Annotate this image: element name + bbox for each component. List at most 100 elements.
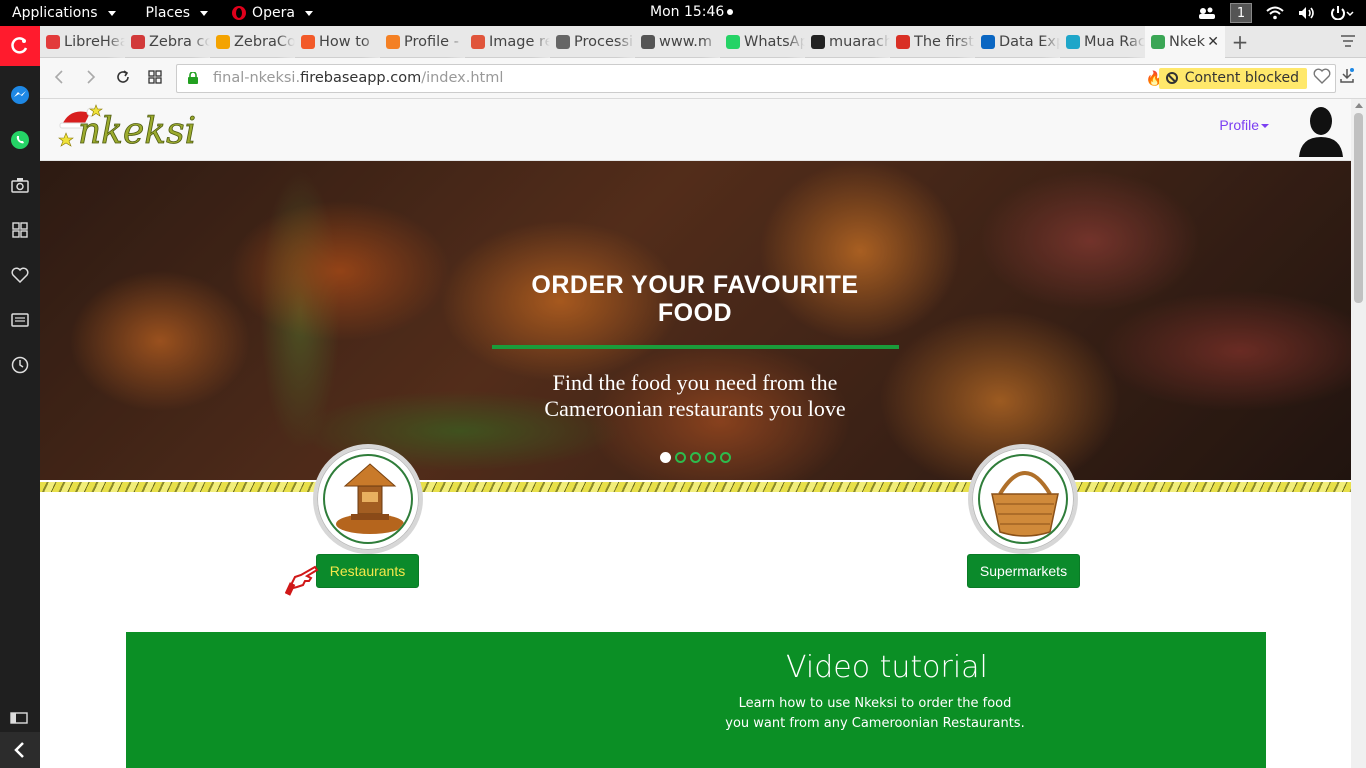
page-scrollbar[interactable]	[1351, 99, 1366, 768]
chevron-left-icon	[14, 742, 24, 758]
sidebar-snapshot[interactable]	[0, 162, 40, 207]
system-tray: 1	[1198, 0, 1354, 26]
carousel-dot[interactable]	[690, 452, 701, 463]
close-tab-icon[interactable]: ✕	[1207, 34, 1219, 50]
restaurants-button[interactable]: Restaurants	[316, 554, 419, 588]
new-tab-button[interactable]: +	[1225, 30, 1255, 54]
browser-tab[interactable]: Zebra cc	[125, 25, 210, 58]
address-bar[interactable]: final-nkeksi.firebaseapp.com/index.html …	[176, 64, 1336, 93]
carousel-dot[interactable]	[720, 452, 731, 463]
browser-tab[interactable]: Profile -	[380, 25, 465, 58]
tab-favicon-icon	[726, 34, 740, 49]
carousel-dot[interactable]	[675, 452, 686, 463]
tab-title: muarach	[829, 33, 890, 50]
sidebar-panel-icon	[10, 712, 28, 724]
opera-icon	[232, 6, 247, 20]
browser-tab[interactable]: WhatsAp	[720, 25, 805, 58]
tab-favicon-icon	[641, 34, 655, 49]
browser-tab[interactable]: www.m	[635, 25, 720, 58]
profile-label: Profile	[1219, 117, 1259, 133]
scrollbar-thumb[interactable]	[1354, 113, 1363, 303]
tab-menu-button[interactable]	[1340, 34, 1356, 52]
browser-tab[interactable]: Data Exp	[975, 25, 1060, 58]
notification-dot-icon	[727, 9, 734, 15]
hut-icon	[336, 463, 404, 534]
app-menu-label: Opera	[252, 5, 295, 21]
site-header: nkeksi Profile	[40, 99, 1351, 161]
browser-tab[interactable]: Nkek ✕	[1145, 25, 1225, 58]
url-prefix: final-nkeksi.	[213, 70, 301, 86]
reload-button[interactable]	[116, 69, 130, 88]
places-menu[interactable]: Places	[146, 5, 209, 21]
browser-tab[interactable]: How to	[295, 25, 380, 58]
clock[interactable]: Mon 15:46	[650, 4, 734, 20]
supermarkets-image[interactable]	[968, 444, 1078, 554]
avatar[interactable]	[1297, 103, 1345, 157]
reload-icon	[117, 70, 129, 83]
tab-title: Mua Rac	[1084, 33, 1145, 50]
video-call-icon[interactable]	[1198, 6, 1216, 20]
tab-favicon-icon	[981, 34, 995, 49]
back-button[interactable]	[54, 69, 64, 88]
sidebar-news[interactable]	[0, 297, 40, 342]
content-blocked-label: Content blocked	[1184, 70, 1299, 86]
chevron-down-icon	[200, 10, 209, 16]
carousel-dot[interactable]	[660, 452, 671, 463]
hero-subtitle: Find the food you need from the Cameroon…	[544, 370, 846, 421]
nkeksi-logo-icon: nkeksi	[58, 104, 197, 152]
opera-sidebar	[0, 26, 40, 768]
tab-favicon-icon	[131, 34, 145, 49]
sidebar-messenger[interactable]	[0, 72, 40, 117]
news-icon	[11, 312, 29, 327]
tab-menu-icon	[1341, 35, 1355, 47]
restaurants-image[interactable]	[313, 444, 423, 554]
block-icon	[1165, 72, 1178, 84]
back-arrow-icon	[54, 70, 63, 84]
browser-tab[interactable]: Processi	[550, 25, 635, 58]
sidebar-speed-dial[interactable]	[0, 207, 40, 252]
content-blocked-badge[interactable]: Content blocked	[1158, 68, 1307, 89]
tabs-list: LibreHea Zebra cc ZebraCo How to Profile - Im…	[40, 25, 1225, 58]
carousel-dot[interactable]	[705, 452, 716, 463]
opera-menu-button[interactable]	[0, 26, 40, 66]
scroll-up-arrow-icon[interactable]	[1355, 103, 1363, 108]
workspace-indicator[interactable]: 1	[1230, 3, 1252, 23]
tab-favicon-icon	[386, 34, 400, 49]
basket-illustration	[978, 454, 1068, 544]
supermarkets-button[interactable]: Supermarkets	[967, 554, 1080, 588]
sidebar-history[interactable]	[0, 342, 40, 387]
tab-overview-button[interactable]	[148, 69, 162, 88]
browser-tab[interactable]: LibreHea	[40, 25, 125, 58]
volume-icon[interactable]	[1298, 6, 1316, 20]
opera-logo-icon	[11, 37, 28, 54]
applications-menu[interactable]: Applications	[12, 5, 116, 21]
bookmark-heart-button[interactable]	[1313, 68, 1331, 88]
video-tutorial-subtitle: Learn how to use Nkeksi to order the foo…	[716, 694, 1034, 734]
tab-title: Zebra cc	[149, 33, 210, 50]
forward-button[interactable]	[86, 69, 96, 88]
downloads-button[interactable]	[1340, 68, 1354, 88]
browser-tab[interactable]: Mua Rac	[1060, 25, 1145, 58]
wifi-icon[interactable]	[1266, 6, 1284, 20]
url-path: /index.html	[421, 70, 504, 86]
profile-dropdown[interactable]: Profile	[1219, 117, 1269, 133]
app-menu[interactable]: Opera	[232, 5, 313, 21]
url-text: final-nkeksi.firebaseapp.com/index.html	[213, 70, 503, 86]
web-page: nkeksi Profile ORDER YOUR FAVOURITE FOOD…	[40, 99, 1351, 768]
sidebar-bookmarks[interactable]	[0, 252, 40, 297]
video-subtitle-line1: Learn how to use Nkeksi to order the foo…	[738, 696, 1012, 711]
lock-icon	[188, 72, 198, 84]
tab-title: Data Exp	[999, 33, 1060, 50]
site-logo[interactable]: nkeksi	[56, 103, 197, 153]
heart-icon	[1313, 68, 1331, 84]
pointing-hand-icon	[285, 565, 319, 596]
browser-tab[interactable]: ZebraCo	[210, 25, 295, 58]
video-subtitle-line2: you want from any Cameroonian Restaurant…	[725, 716, 1025, 731]
browser-tab[interactable]: Image re	[465, 25, 550, 58]
download-icon	[1340, 68, 1354, 83]
sidebar-toggle[interactable]	[10, 709, 28, 728]
browser-tab[interactable]: The first	[890, 25, 975, 58]
power-icon[interactable]	[1330, 6, 1354, 20]
browser-tab[interactable]: muarach	[805, 25, 890, 58]
sidebar-whatsapp[interactable]	[0, 117, 40, 162]
